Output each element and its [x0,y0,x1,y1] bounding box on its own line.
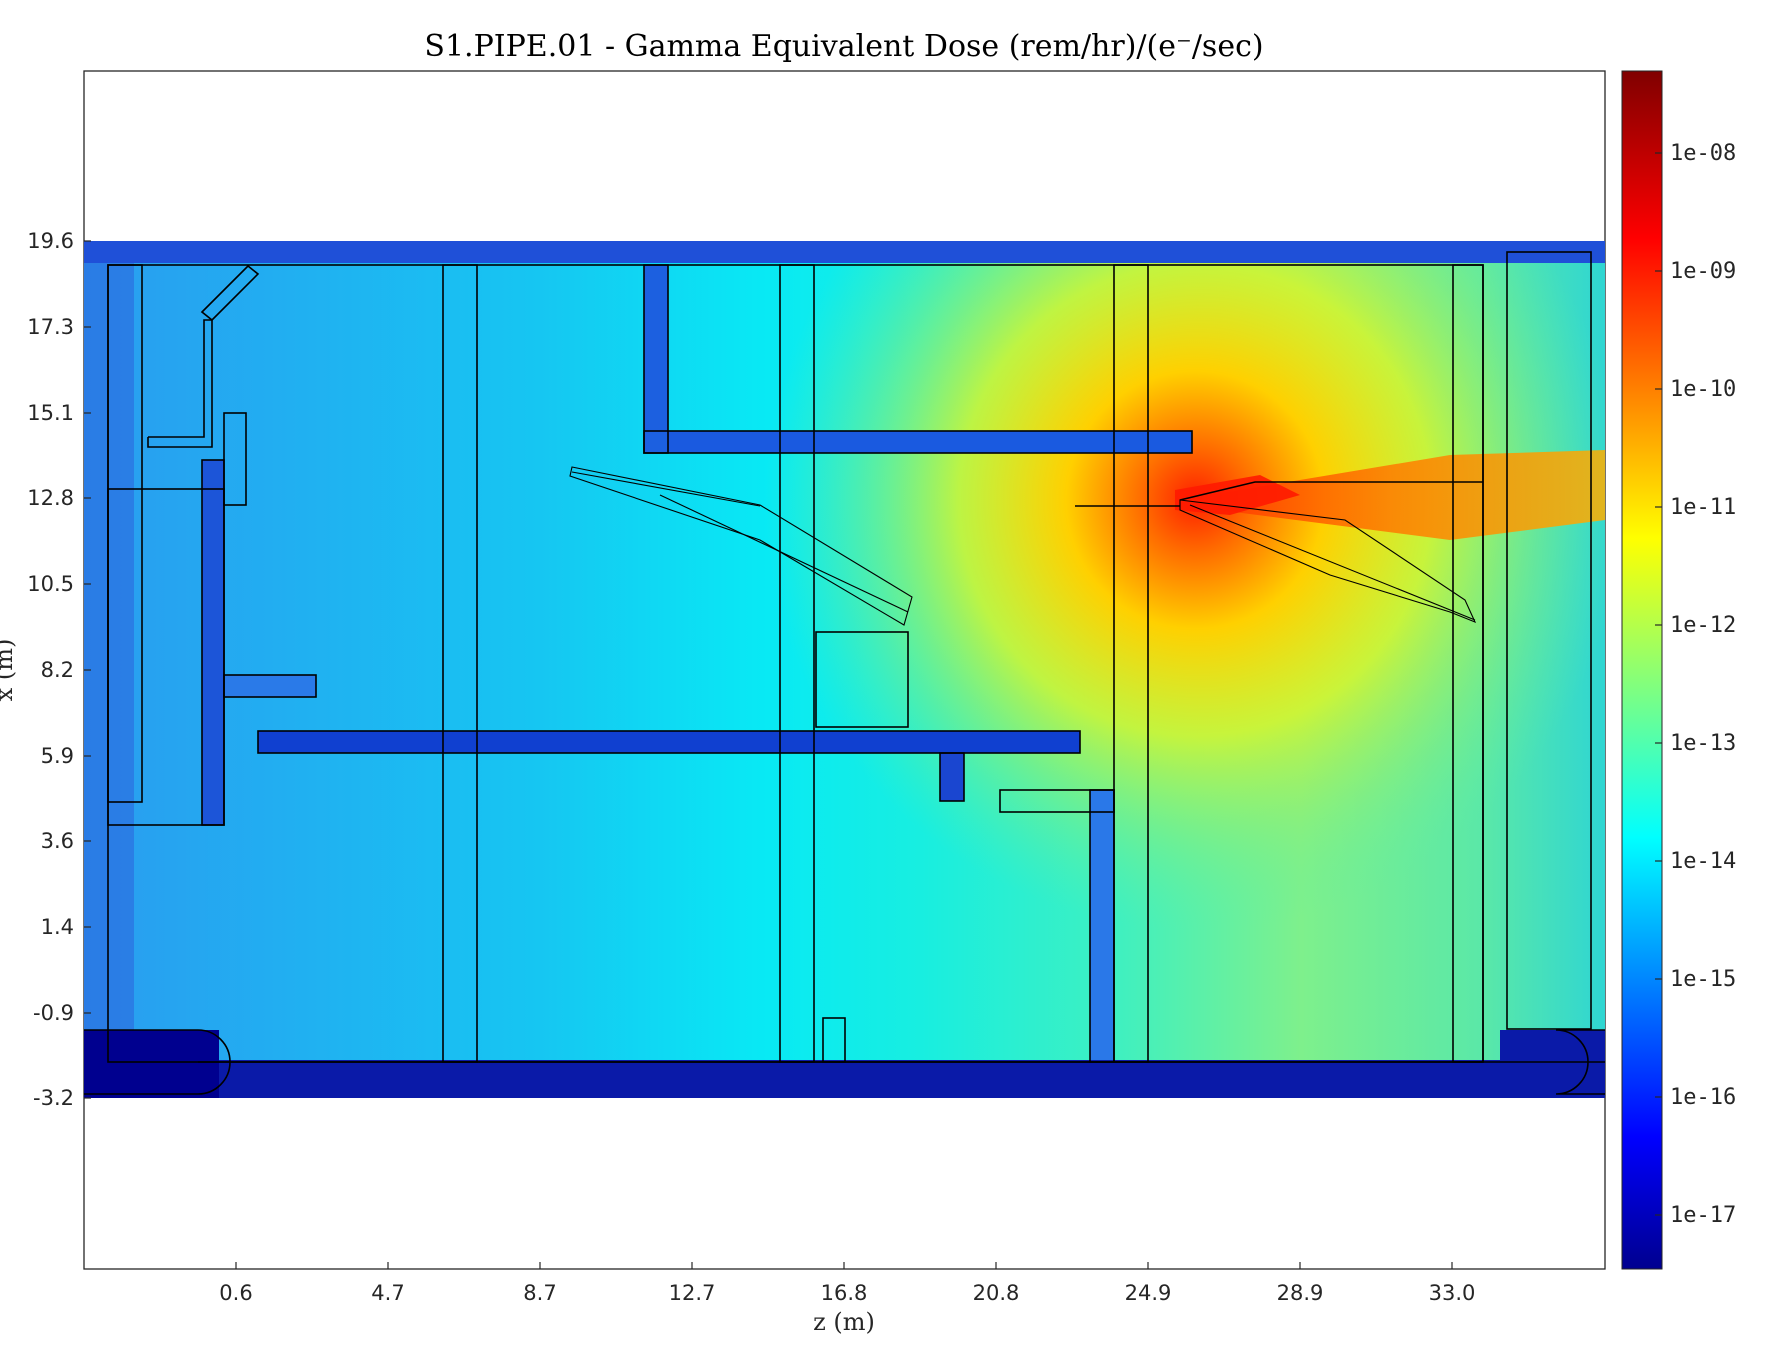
y-tick-label: 5.9 [41,744,74,768]
y-tick: 10.5 [27,572,91,596]
colorbar-tick-label: 1e-12 [1670,613,1736,638]
shield-vertical-top [644,265,668,453]
colorbar-tick: 1e-17 [1655,1203,1736,1228]
x-tick-label: 33.0 [1429,1281,1476,1305]
x-tick-label: 20.8 [973,1281,1020,1305]
y-tick-label: 1.4 [41,915,74,939]
y-tick: 17.3 [27,315,91,339]
bottom-left-shield [84,1030,219,1098]
colorbar-tick: 1e-08 [1655,141,1736,166]
y-tick: 19.6 [27,229,91,253]
x-tick-label: 16.8 [821,1281,868,1305]
colorbar-tick-label: 1e-15 [1670,967,1736,992]
shield-block-left [224,675,316,697]
colorbar-tick: 1e-14 [1655,849,1736,874]
colorbar-tick-label: 1e-11 [1670,495,1736,520]
colorbar-tick-label: 1e-13 [1670,731,1736,756]
colorbar-tick: 1e-10 [1655,377,1736,402]
y-tick-label: -0.9 [33,1001,74,1025]
chart-title: S1.PIPE.01 - Gamma Equivalent Dose (rem/… [424,29,1263,64]
hot-spot-glow [84,241,1605,1098]
y-tick-label: 12.8 [27,486,74,510]
colorbar-tick: 1e-13 [1655,731,1736,756]
x-tick-label: 24.9 [1125,1281,1172,1305]
y-axis-label: x (m) [0,639,18,702]
colorbar-tick: 1e-15 [1655,967,1736,992]
colorbar-tick-label: 1e-17 [1670,1203,1736,1228]
y-tick: -3.2 [33,1086,91,1110]
colorbar-gradient [1621,70,1663,1270]
dose-heatmap [84,241,1605,1098]
y-tick-label: 10.5 [27,572,74,596]
dose-map-figure: S1.PIPE.01 - Gamma Equivalent Dose (rem/… [0,29,1736,1336]
y-tick-label: 3.6 [41,829,74,853]
shield-stub [940,753,964,801]
y-tick: 15.1 [27,401,91,425]
shield-horizontal-mid [258,731,1080,753]
x-axis: 0.6 4.7 8.7 12.7 16.8 20.8 24.9 28.9 33.… [219,1262,1475,1336]
colorbar-tick: 1e-09 [1655,259,1736,284]
x-tick-label: 0.6 [219,1281,252,1305]
colorbar-tick-label: 1e-08 [1670,141,1736,166]
shield-horizontal-top [644,431,1192,453]
colorbar-tick-label: 1e-16 [1670,1085,1736,1110]
x-tick-label: 28.9 [1277,1281,1324,1305]
y-tick: 12.8 [27,486,91,510]
colorbar: 1e-08 1e-09 1e-10 1e-11 1e-12 1e-13 1e-1… [1621,70,1736,1270]
x-axis-label: z (m) [813,1308,875,1336]
x-tick-label: 4.7 [371,1281,404,1305]
bottom-shield-zone [84,1060,1605,1098]
colorbar-tick-label: 1e-14 [1670,849,1736,874]
y-tick-label: 15.1 [27,401,74,425]
y-tick-label: 8.2 [41,658,74,682]
x-tick-label: 12.7 [669,1281,716,1305]
bottom-right-shield [1500,1030,1605,1098]
colorbar-tick: 1e-12 [1655,613,1736,638]
colorbar-tick-label: 1e-10 [1670,377,1736,402]
y-tick: -0.9 [33,1001,91,1025]
y-tick-label: 19.6 [27,229,74,253]
shield-vertical-left [202,460,224,825]
colorbar-tick-label: 1e-09 [1670,259,1736,284]
y-tick-label: -3.2 [33,1086,74,1110]
shield-lower-right [1090,790,1114,1060]
colorbar-tick: 1e-11 [1655,495,1736,520]
x-tick-label: 8.7 [523,1281,556,1305]
top-wall-zone [84,241,1605,263]
colorbar-tick: 1e-16 [1655,1085,1736,1110]
y-tick-label: 17.3 [27,315,74,339]
y-axis: 19.6 17.3 15.1 12.8 10.5 8.2 5.9 3.6 1.4… [0,229,91,1110]
left-wall-zone [84,241,134,1098]
